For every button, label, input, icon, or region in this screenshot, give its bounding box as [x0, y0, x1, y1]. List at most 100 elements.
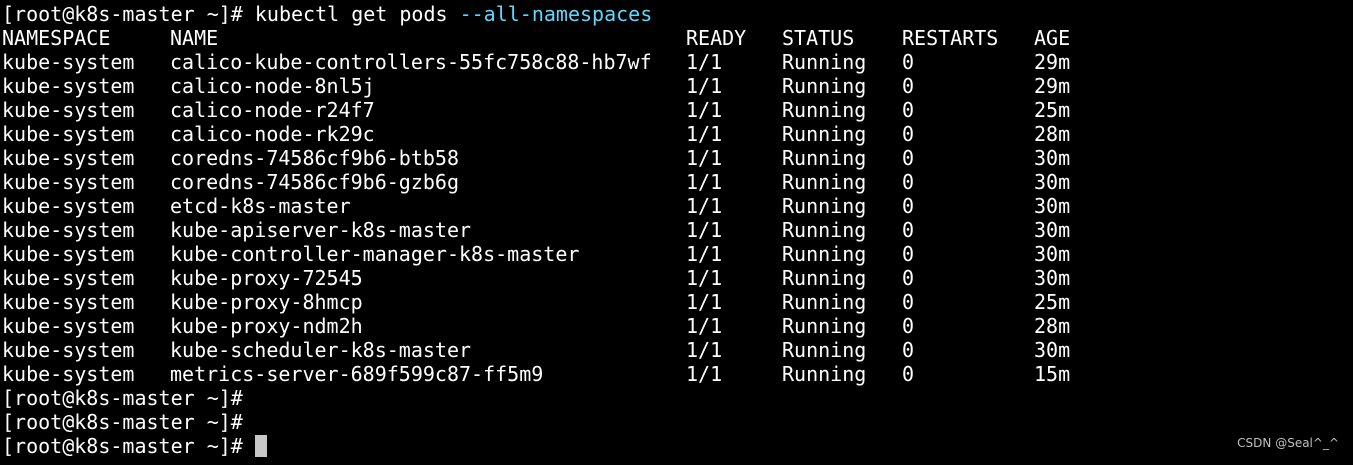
- table-row: kube-system etcd-k8s-master 1/1 Running 0 30m: [2, 194, 1353, 218]
- cell-ready: 1/1: [686, 362, 723, 386]
- cell-status: Running: [782, 74, 867, 98]
- cell-restarts: 0: [902, 122, 915, 146]
- table-row: kube-system kube-proxy-ndm2h 1/1 Running 0 28…: [2, 314, 1353, 338]
- cell-age: 30m: [1034, 242, 1071, 266]
- cell-restarts: 0: [902, 74, 915, 98]
- cell-age: 30m: [1034, 194, 1071, 218]
- cell-age: 15m: [1034, 362, 1071, 386]
- cell-ready: 1/1: [686, 218, 723, 242]
- cell-namespace: kube-system: [2, 146, 135, 170]
- command-line: [root@k8s-master ~]# kubectl get pods --…: [2, 2, 1353, 26]
- cell-name: calico-node-rk29c: [170, 122, 375, 146]
- table-row: kube-system kube-controller-manager-k8s-m…: [2, 242, 1353, 266]
- cell-status: Running: [782, 218, 867, 242]
- shell-prompt: [root@k8s-master ~]#: [2, 2, 243, 26]
- cell-name: calico-kube-controllers-55fc758c88-hb7wf: [170, 50, 652, 74]
- table-row: kube-system kube-scheduler-k8s-master 1/1 R…: [2, 338, 1353, 362]
- cell-ready: 1/1: [686, 338, 723, 362]
- cell-name: calico-node-8nl5j: [170, 74, 375, 98]
- text-cursor: [254, 435, 267, 457]
- cell-age: 30m: [1034, 170, 1071, 194]
- cell-ready: 1/1: [686, 266, 723, 290]
- cell-age: 25m: [1034, 98, 1071, 122]
- cell-namespace: kube-system: [2, 314, 135, 338]
- cell-ready: 1/1: [686, 242, 723, 266]
- shell-prompt: [root@k8s-master ~]#: [2, 386, 243, 410]
- cell-namespace: kube-system: [2, 290, 135, 314]
- header-age: AGE: [1034, 26, 1071, 50]
- cell-age: 30m: [1034, 146, 1071, 170]
- cell-name: kube-proxy-72545: [170, 266, 363, 290]
- table-row: kube-system coredns-74586cf9b6-gzb6g 1/1 Ru…: [2, 170, 1353, 194]
- cell-name: calico-node-r24f7: [170, 98, 375, 122]
- cell-name: etcd-k8s-master: [170, 194, 351, 218]
- cell-restarts: 0: [902, 98, 915, 122]
- terminal-window[interactable]: [root@k8s-master ~]# kubectl get pods --…: [0, 0, 1353, 465]
- table-header: NAMESPACE NAME READY STATUS RESTARTS AGE: [2, 26, 1353, 50]
- cell-name: metrics-server-689f599c87-ff5m9: [170, 362, 544, 386]
- cell-restarts: 0: [902, 218, 915, 242]
- cell-restarts: 0: [902, 266, 915, 290]
- header-status: STATUS: [782, 26, 855, 50]
- cell-ready: 1/1: [686, 146, 723, 170]
- cell-status: Running: [782, 146, 867, 170]
- prompt-line: [root@k8s-master ~]#: [2, 386, 1353, 410]
- cell-restarts: 0: [902, 290, 915, 314]
- cell-ready: 1/1: [686, 314, 723, 338]
- prompt-line: [root@k8s-master ~]#: [2, 410, 1353, 434]
- cell-name: coredns-74586cf9b6-btb58: [170, 146, 459, 170]
- cell-namespace: kube-system: [2, 170, 135, 194]
- cell-ready: 1/1: [686, 50, 723, 74]
- cell-status: Running: [782, 290, 867, 314]
- table-row: kube-system coredns-74586cf9b6-btb58 1/1 Ru…: [2, 146, 1353, 170]
- trailing-prompts: [root@k8s-master ~]# [root@k8s-master ~]#: [2, 386, 1353, 434]
- cell-name: kube-controller-manager-k8s-master: [170, 242, 580, 266]
- cell-status: Running: [782, 194, 867, 218]
- cell-namespace: kube-system: [2, 218, 135, 242]
- cell-restarts: 0: [902, 314, 915, 338]
- cell-ready: 1/1: [686, 122, 723, 146]
- table-row: kube-system calico-node-r24f7 1/1 Running 0 2…: [2, 98, 1353, 122]
- cell-name: kube-scheduler-k8s-master: [170, 338, 472, 362]
- cell-restarts: 0: [902, 194, 915, 218]
- table-row: kube-system calico-node-8nl5j 1/1 Running 0 2…: [2, 74, 1353, 98]
- cell-namespace: kube-system: [2, 194, 135, 218]
- cell-name: coredns-74586cf9b6-gzb6g: [170, 170, 459, 194]
- header-restarts: RESTARTS: [902, 26, 999, 50]
- cell-namespace: kube-system: [2, 338, 135, 362]
- header-namespace: NAMESPACE: [2, 26, 111, 50]
- shell-prompt: [root@k8s-master ~]#: [2, 410, 243, 434]
- table-row: kube-system metrics-server-689f599c87-ff5…: [2, 362, 1353, 386]
- table-row: kube-system calico-node-rk29c 1/1 Running 0 2…: [2, 122, 1353, 146]
- cell-restarts: 0: [902, 50, 915, 74]
- cell-restarts: 0: [902, 146, 915, 170]
- active-prompt-line[interactable]: [root@k8s-master ~]#: [2, 434, 1353, 458]
- cell-namespace: kube-system: [2, 362, 135, 386]
- cell-restarts: 0: [902, 170, 915, 194]
- cell-restarts: 0: [902, 338, 915, 362]
- cell-ready: 1/1: [686, 74, 723, 98]
- cell-namespace: kube-system: [2, 266, 135, 290]
- cell-age: 30m: [1034, 338, 1071, 362]
- cell-status: Running: [782, 242, 867, 266]
- cell-name: kube-proxy-ndm2h: [170, 314, 363, 338]
- cell-namespace: kube-system: [2, 122, 135, 146]
- cell-name: kube-apiserver-k8s-master: [170, 218, 472, 242]
- cell-age: 30m: [1034, 266, 1071, 290]
- table-row: kube-system kube-proxy-72545 1/1 Running 0 30…: [2, 266, 1353, 290]
- cell-restarts: 0: [902, 242, 915, 266]
- cell-age: 28m: [1034, 314, 1071, 338]
- command-text: kubectl get pods: [254, 2, 448, 26]
- cell-status: Running: [782, 122, 867, 146]
- pod-list: kube-system calico-kube-controllers-55fc7…: [2, 50, 1353, 386]
- cell-age: 29m: [1034, 74, 1071, 98]
- command-argument: --all-namespaces: [459, 2, 653, 26]
- cell-namespace: kube-system: [2, 50, 135, 74]
- cell-ready: 1/1: [686, 170, 723, 194]
- cell-age: 25m: [1034, 290, 1071, 314]
- cell-age: 28m: [1034, 122, 1071, 146]
- table-row: kube-system kube-proxy-8hmcp 1/1 Running 0 25…: [2, 290, 1353, 314]
- cell-status: Running: [782, 266, 867, 290]
- cell-status: Running: [782, 338, 867, 362]
- cell-name: kube-proxy-8hmcp: [170, 290, 363, 314]
